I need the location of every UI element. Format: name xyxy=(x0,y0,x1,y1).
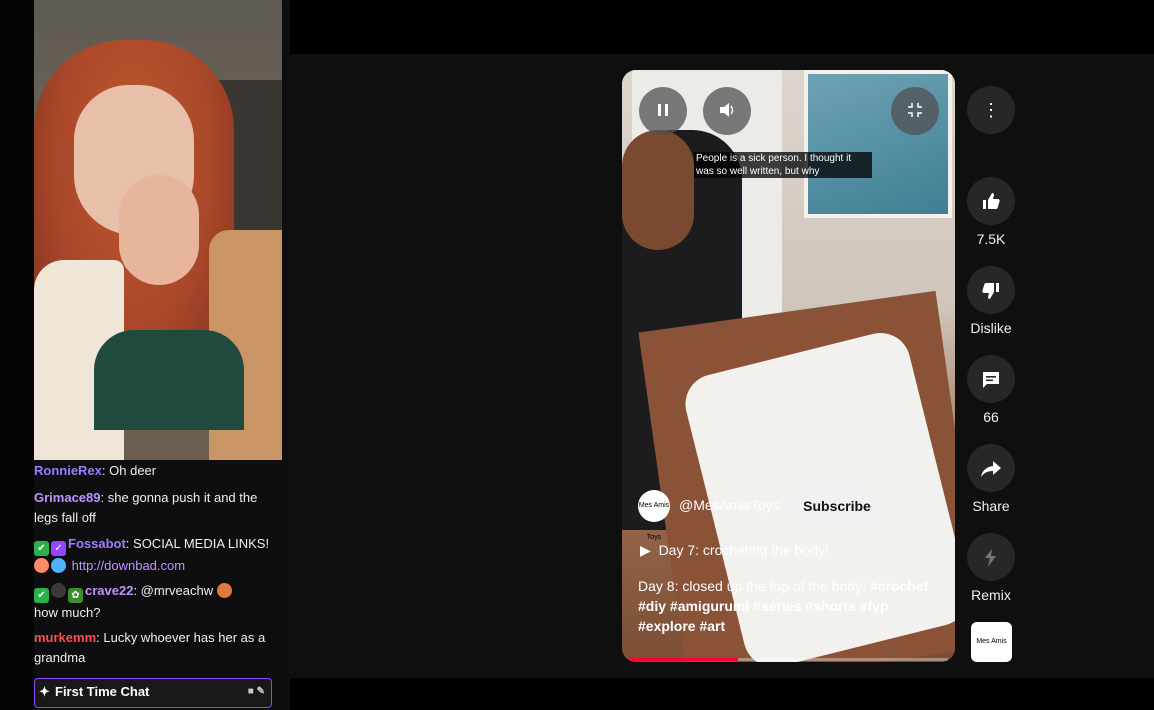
sword-badge-icon: ✔ xyxy=(34,588,49,603)
chat-text: : @mrveachw xyxy=(133,583,214,598)
chat-username[interactable]: RonnieRex xyxy=(34,463,102,478)
hat-badge-icon xyxy=(51,583,66,598)
share-arrow-icon xyxy=(981,461,1001,477)
social-media-link[interactable]: http://downbad.com xyxy=(72,558,185,573)
chat-username[interactable]: Fossabot xyxy=(68,536,126,551)
playlist-title: Day 7: crocheting the body! xyxy=(658,542,829,558)
hashtag[interactable]: #fyp xyxy=(860,598,889,614)
first-time-chat-label: First Time Chat xyxy=(55,684,150,699)
verified-bot-badge-icon: ✓ xyxy=(51,541,66,556)
share-button[interactable] xyxy=(967,444,1015,492)
audio-thumbnail[interactable]: Mes Amis Toys xyxy=(971,622,1012,685)
chat-text-continuation: how much? xyxy=(34,605,101,620)
more-options-button[interactable]: ⋮ xyxy=(967,86,1015,134)
channel-handle[interactable]: @MesAmisToys xyxy=(679,497,780,513)
like-button[interactable] xyxy=(967,177,1015,225)
peach-emote-icon xyxy=(34,558,49,573)
video-progress-fill xyxy=(630,658,739,661)
subscribe-button[interactable]: Subscribe xyxy=(790,488,884,524)
remix-icon xyxy=(985,549,996,567)
pause-icon xyxy=(658,104,668,116)
hashtag[interactable]: #series xyxy=(753,598,801,614)
sword-badge-icon: ✔ xyxy=(34,541,49,556)
first-time-chat-banner[interactable]: ✦ First Time Chat ■ ✎ xyxy=(34,678,272,708)
speaker-icon xyxy=(720,103,734,117)
streamer-webcam xyxy=(34,0,282,460)
exit-fullscreen-button[interactable] xyxy=(891,87,939,135)
pause-button[interactable] xyxy=(639,87,687,135)
hashtag[interactable]: #crochet xyxy=(870,578,928,594)
streamer-hand xyxy=(119,175,199,285)
share-label: Share xyxy=(972,498,1010,514)
minimize-icon xyxy=(908,103,922,117)
like-count: 7.5K xyxy=(976,231,1006,247)
streamer-top xyxy=(94,330,244,430)
thumbs-down-icon xyxy=(982,283,999,299)
pencil-icon[interactable]: ■ ✎ xyxy=(248,679,265,705)
chat-username[interactable]: murkemm xyxy=(34,630,96,645)
description-text: Day 8: closed up the top of the body! xyxy=(638,578,870,594)
hashtag[interactable]: #amigurumi xyxy=(670,598,749,614)
playlist-link[interactable]: ▶ Day 7: crocheting the body! xyxy=(640,542,829,559)
sparkle-icon: ✦ xyxy=(39,684,50,699)
hashtag[interactable]: #explore xyxy=(638,618,696,634)
dislike-label: Dislike xyxy=(970,320,1012,336)
thumbs-up-icon xyxy=(983,193,1000,209)
hashtag[interactable]: #shorts xyxy=(805,598,856,614)
face-emote-icon xyxy=(216,583,232,598)
chat-message: RonnieRex: Oh deer xyxy=(34,461,278,481)
video-progress-bar[interactable] xyxy=(630,658,948,661)
dislike-button[interactable] xyxy=(967,266,1015,314)
chat-text: : Oh deer xyxy=(101,463,157,478)
chat-message: ✔ ✿ crave22: @mrveachw how much? xyxy=(34,581,278,623)
video-description: Day 8: closed up the top of the body! #c… xyxy=(638,576,938,636)
channel-avatar[interactable]: Mes Amis Toys xyxy=(638,490,670,541)
hashtag[interactable]: #diy xyxy=(638,598,666,614)
chat-username[interactable]: crave22 xyxy=(85,583,133,598)
comment-icon xyxy=(983,372,999,388)
chat-username[interactable]: Grimace89 xyxy=(34,490,101,505)
video-caption: People is a sick person. I thought it wa… xyxy=(694,152,872,178)
chat-message: Grimace89: she gonna push it and the leg… xyxy=(34,488,278,528)
remix-button[interactable] xyxy=(967,533,1015,581)
chat-message: murkemm: Lucky whoever has her as a gran… xyxy=(34,628,278,668)
shorts-video[interactable]: People is a sick person. I thought it wa… xyxy=(622,70,955,662)
play-icon: ▶ xyxy=(640,542,651,558)
comment-count: 66 xyxy=(983,409,999,425)
droplets-emote-icon xyxy=(51,558,66,573)
more-vertical-icon: ⋮ xyxy=(982,100,1000,120)
video-person-head xyxy=(622,130,694,250)
twitch-chat: RonnieRex: Oh deer Grimace89: she gonna … xyxy=(34,460,284,710)
volume-button[interactable] xyxy=(703,87,751,135)
hashtag[interactable]: #art xyxy=(699,618,725,634)
leaf-badge-icon: ✿ xyxy=(68,588,83,603)
comments-button[interactable] xyxy=(967,355,1015,403)
left-edge-bar xyxy=(0,0,34,710)
remix-label: Remix xyxy=(971,587,1011,603)
chat-text: : SOCIAL MEDIA LINKS! xyxy=(125,536,270,551)
chat-message: ✔ ✓ Fossabot: SOCIAL MEDIA LINKS! http://d… xyxy=(34,534,278,576)
